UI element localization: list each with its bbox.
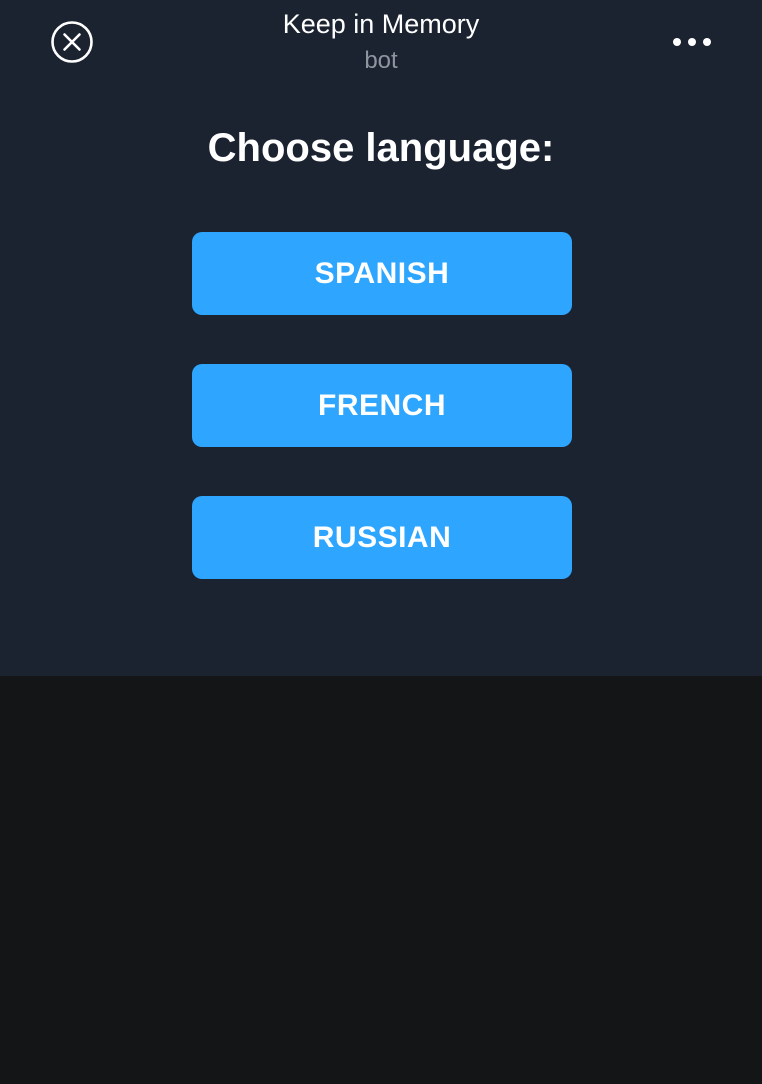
app-subtitle: bot bbox=[364, 47, 398, 74]
page-heading: Choose language: bbox=[207, 126, 555, 170]
more-options-button[interactable] bbox=[668, 26, 716, 58]
spanish-button[interactable]: SPANISH bbox=[192, 232, 572, 315]
russian-button[interactable]: RUSSIAN bbox=[192, 496, 572, 579]
webapp-panel: Keep in Memory bot Choose language: SPAN… bbox=[0, 0, 762, 676]
mini-app-window: Keep in Memory bot Choose language: SPAN… bbox=[0, 0, 762, 1084]
close-circle-icon bbox=[51, 21, 93, 63]
french-button[interactable]: FRENCH bbox=[192, 364, 572, 447]
app-header: Keep in Memory bot bbox=[0, 0, 762, 90]
close-button[interactable] bbox=[50, 20, 94, 64]
app-title: Keep in Memory bbox=[282, 9, 480, 39]
title-block: Keep in Memory bot bbox=[181, 6, 581, 79]
more-horizontal-icon bbox=[673, 38, 711, 46]
